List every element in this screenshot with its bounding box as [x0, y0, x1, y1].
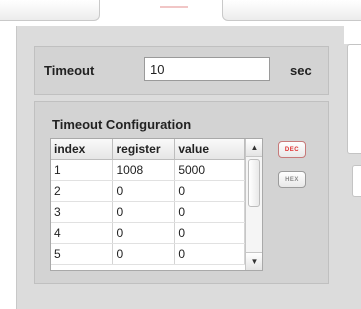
cell-register[interactable]: 0 — [112, 222, 176, 244]
tab-left[interactable] — [0, 0, 100, 21]
cell-index: 1 — [51, 159, 114, 181]
timeout-unit-label: sec — [290, 63, 312, 78]
table-row[interactable]: 4 0 0 — [51, 222, 245, 244]
right-field-edge[interactable] — [352, 165, 361, 197]
cell-value[interactable]: 0 — [174, 222, 245, 244]
scroll-down-arrow-icon[interactable]: ▼ — [246, 252, 262, 270]
cell-index: 2 — [51, 180, 114, 202]
cell-value[interactable]: 0 — [174, 243, 245, 265]
timeout-table: index register value 1 1008 5000 2 0 0 3… — [50, 138, 263, 271]
dec-button[interactable]: DEC — [278, 141, 306, 158]
cell-index: 4 — [51, 222, 114, 244]
tab-middle-fragment[interactable] — [160, 6, 188, 8]
cell-register[interactable]: 1008 — [112, 159, 176, 181]
hex-button[interactable]: HEX — [278, 171, 306, 188]
right-group-box — [347, 44, 361, 154]
scroll-up-arrow-icon[interactable]: ▲ — [246, 139, 262, 157]
column-header-value[interactable]: value — [174, 139, 245, 160]
table-header-row: index register value — [51, 139, 245, 160]
cell-register[interactable]: 0 — [112, 243, 176, 265]
cell-register[interactable]: 0 — [112, 180, 176, 202]
table-row[interactable]: 2 0 0 — [51, 180, 245, 202]
table-row[interactable]: 3 0 0 — [51, 201, 245, 223]
timeout-configuration-title: Timeout Configuration — [52, 117, 192, 132]
cell-value[interactable]: 0 — [174, 180, 245, 202]
table-scrollbar[interactable]: ▲ ▼ — [245, 139, 262, 270]
timeout-table-grid: index register value 1 1008 5000 2 0 0 3… — [51, 139, 245, 265]
tab-right[interactable] — [222, 0, 361, 21]
cell-index: 3 — [51, 201, 114, 223]
table-row[interactable]: 5 0 0 — [51, 243, 245, 265]
cell-value[interactable]: 5000 — [174, 159, 245, 181]
scrollbar-thumb[interactable] — [248, 159, 260, 207]
timeout-label: Timeout — [44, 63, 95, 78]
cell-value[interactable]: 0 — [174, 201, 245, 223]
cell-index: 5 — [51, 243, 114, 265]
top-tab-strip — [0, 0, 361, 26]
column-header-index[interactable]: index — [51, 139, 114, 160]
table-row[interactable]: 1 1008 5000 — [51, 159, 245, 181]
column-header-register[interactable]: register — [112, 139, 176, 160]
timeout-input[interactable] — [144, 57, 270, 81]
cell-register[interactable]: 0 — [112, 201, 176, 223]
